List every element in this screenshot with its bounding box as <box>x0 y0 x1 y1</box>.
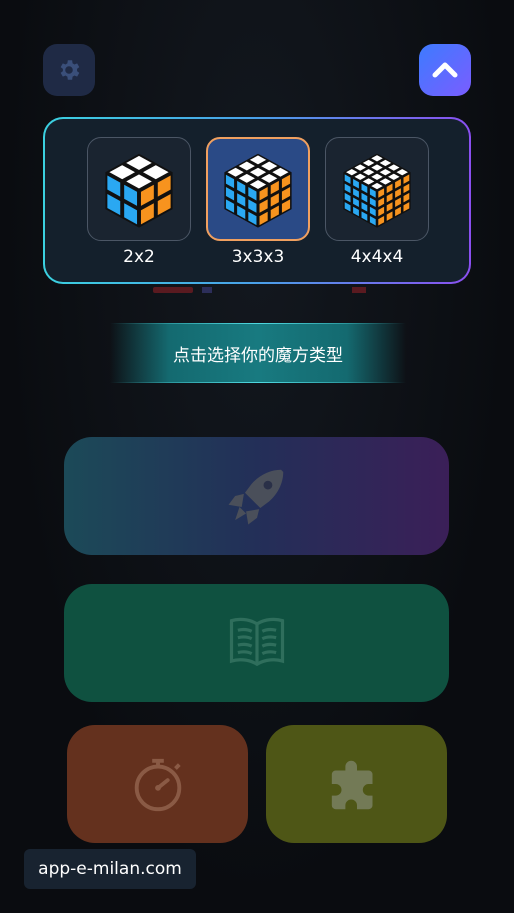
watermark: app-e-milan.com <box>24 849 196 889</box>
gear-icon <box>60 60 80 80</box>
cube-label-4x4x4: 4x4x4 <box>350 247 404 267</box>
timer-button[interactable] <box>67 725 248 843</box>
collapse-button[interactable] <box>419 44 471 96</box>
hint-banner: 点击选择你的魔方类型 <box>110 323 406 383</box>
cube-option-4x4x4[interactable] <box>325 137 429 241</box>
puzzle-piece-icon <box>331 760 372 810</box>
cube-3x3x3-icon <box>224 153 292 228</box>
play-button[interactable] <box>64 437 449 555</box>
decor-strip <box>202 287 212 293</box>
chevron-up-icon <box>432 62 458 78</box>
cube-label-2x2: 2x2 <box>123 247 155 267</box>
book-icon <box>229 617 284 667</box>
learn-button[interactable] <box>64 584 449 702</box>
cube-type-selector: 2x2 3x3x3 4x4x4 <box>43 117 471 284</box>
hint-text: 点击选择你的魔方类型 <box>173 345 343 366</box>
cube-4x4x4-icon <box>343 153 411 228</box>
cube-2x2-icon <box>105 153 173 228</box>
puzzle-button[interactable] <box>266 725 447 843</box>
cube-option-3x3x3[interactable] <box>206 137 310 241</box>
cube-label-3x3x3: 3x3x3 <box>231 247 285 267</box>
cube-option-2x2[interactable] <box>87 137 191 241</box>
rocket-icon <box>228 469 283 525</box>
decor-strip <box>352 287 366 293</box>
stopwatch-icon <box>134 758 181 812</box>
settings-button[interactable] <box>43 44 95 96</box>
decor-strip <box>153 287 193 293</box>
